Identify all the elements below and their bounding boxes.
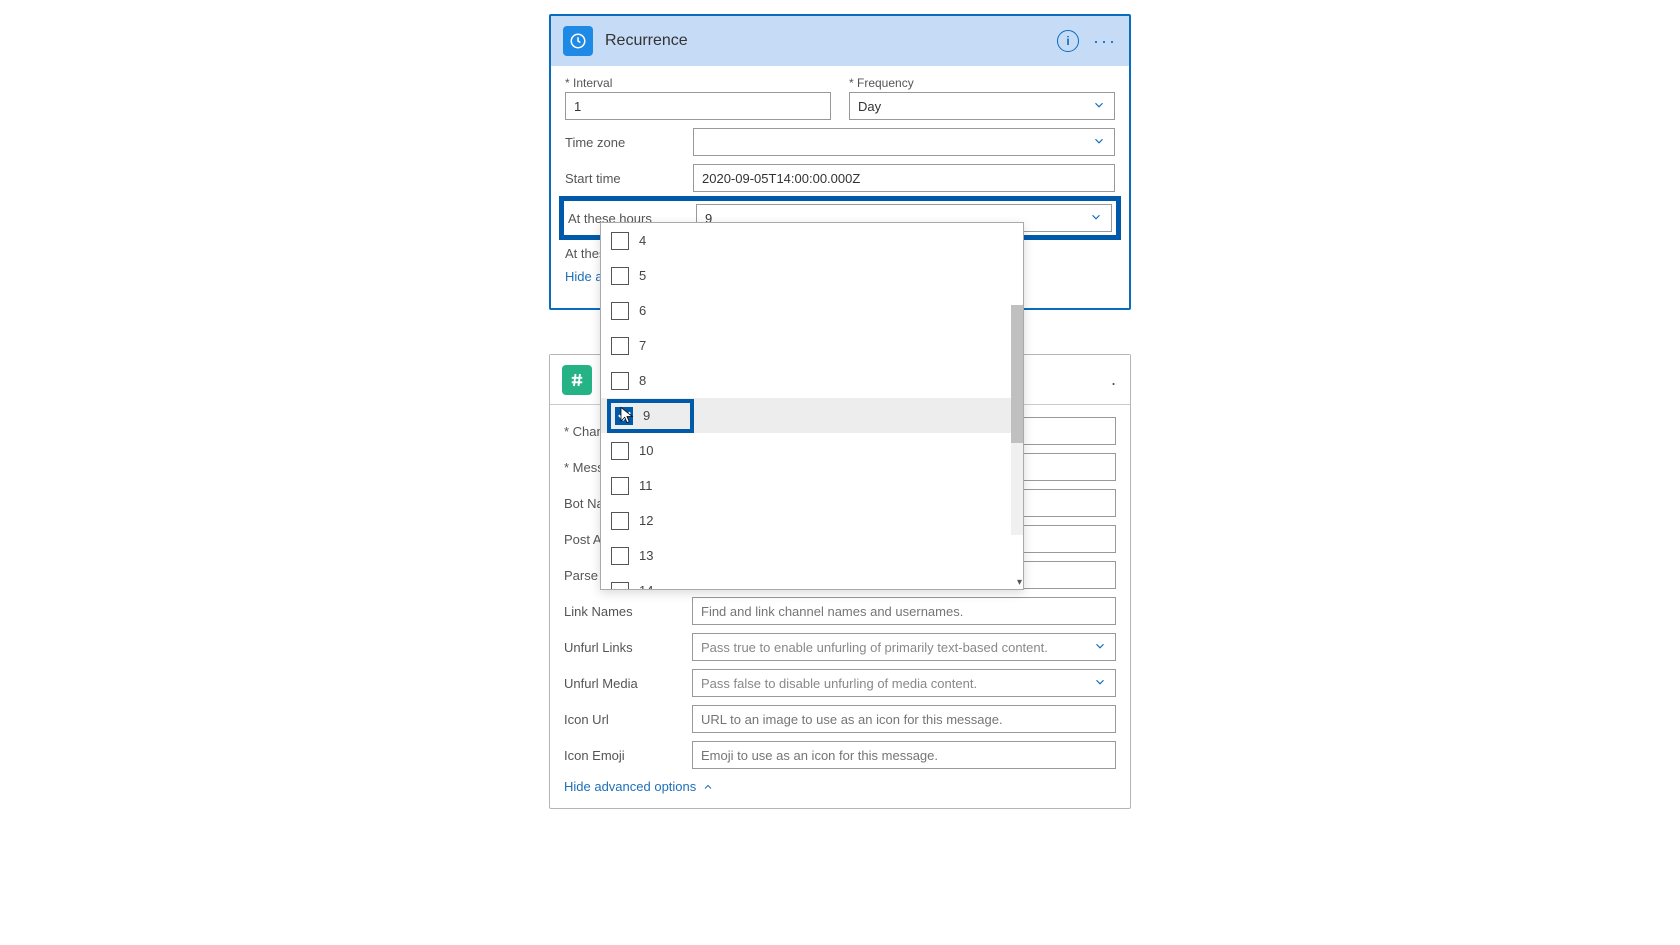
chevron-down-icon bbox=[1093, 639, 1107, 656]
cursor-icon bbox=[618, 406, 636, 429]
hours-option[interactable]: 7 bbox=[601, 328, 1023, 363]
checkbox[interactable] bbox=[611, 477, 629, 495]
checkbox[interactable] bbox=[611, 547, 629, 565]
checkbox[interactable] bbox=[611, 442, 629, 460]
option-label: 8 bbox=[639, 373, 646, 388]
checkbox[interactable] bbox=[611, 337, 629, 355]
hours-option[interactable]: 5 bbox=[601, 258, 1023, 293]
frequency-select[interactable]: Day bbox=[849, 92, 1115, 120]
recurrence-header: Recurrence i ··· bbox=[551, 16, 1129, 66]
chevron-down-icon bbox=[1092, 98, 1106, 115]
chevron-down-icon bbox=[1089, 210, 1103, 227]
linknames-label: Link Names bbox=[564, 604, 692, 619]
option-label: 12 bbox=[639, 513, 653, 528]
hours-option[interactable]: 4 bbox=[601, 223, 1023, 258]
checkbox[interactable] bbox=[611, 512, 629, 530]
checkbox[interactable] bbox=[611, 267, 629, 285]
checkbox[interactable] bbox=[611, 232, 629, 250]
option-label: 10 bbox=[639, 443, 653, 458]
hide-advanced-link[interactable]: Hide advanced options bbox=[564, 779, 714, 794]
iconemoji-label: Icon Emoji bbox=[564, 748, 692, 763]
frequency-label: * Frequency bbox=[849, 76, 1115, 90]
unfurl-media-label: Unfurl Media bbox=[564, 676, 692, 691]
checkbox[interactable] bbox=[611, 372, 629, 390]
frequency-value: Day bbox=[858, 99, 881, 114]
option-label: 14 bbox=[639, 583, 653, 589]
checkbox[interactable] bbox=[611, 582, 629, 590]
more-icon[interactable]: . bbox=[1111, 369, 1118, 390]
starttime-input[interactable] bbox=[693, 164, 1115, 192]
interval-input[interactable] bbox=[565, 92, 831, 120]
iconurl-input[interactable] bbox=[692, 705, 1116, 733]
clock-icon bbox=[563, 26, 593, 56]
hours-option[interactable]: 13 bbox=[601, 538, 1023, 573]
iconurl-label: Icon Url bbox=[564, 712, 692, 727]
more-icon[interactable]: ··· bbox=[1093, 31, 1117, 52]
option-label: 5 bbox=[639, 268, 646, 283]
hours-option[interactable]: 8 bbox=[601, 363, 1023, 398]
unfurl-links-label: Unfurl Links bbox=[564, 640, 692, 655]
chevron-up-icon bbox=[702, 781, 714, 793]
chevron-down-icon bbox=[1093, 675, 1107, 692]
interval-label: * Interval bbox=[565, 76, 831, 90]
hours-option[interactable]: 6 bbox=[601, 293, 1023, 328]
hours-option[interactable]: 11 bbox=[601, 468, 1023, 503]
timezone-label: Time zone bbox=[565, 135, 693, 150]
recurrence-title: Recurrence bbox=[605, 32, 1057, 50]
starttime-label: Start time bbox=[565, 171, 693, 186]
option-label: 7 bbox=[639, 338, 646, 353]
chevron-down-icon bbox=[1092, 134, 1106, 151]
unfurl-media-ph: Pass false to disable unfurling of media… bbox=[701, 676, 977, 691]
dropdown-arrow-icon: ▾ bbox=[1017, 577, 1022, 588]
hours-option[interactable]: 9 bbox=[601, 398, 1023, 433]
hours-option[interactable]: 12 bbox=[601, 503, 1023, 538]
unfurl-links-ph: Pass true to enable unfurling of primari… bbox=[701, 640, 1048, 655]
unfurl-links-select[interactable]: Pass true to enable unfurling of primari… bbox=[692, 633, 1116, 661]
option-label: 4 bbox=[639, 233, 646, 248]
option-label: 11 bbox=[639, 478, 653, 493]
iconemoji-input[interactable] bbox=[692, 741, 1116, 769]
scrollbar-thumb[interactable] bbox=[1011, 305, 1023, 443]
linknames-input[interactable] bbox=[692, 597, 1116, 625]
info-icon[interactable]: i bbox=[1057, 30, 1079, 52]
checkbox[interactable] bbox=[611, 302, 629, 320]
hours-dropdown[interactable]: 4 5 6 7 8 9 10 11 12 13 14 ▾ bbox=[600, 222, 1024, 590]
unfurl-media-select[interactable]: Pass false to disable unfurling of media… bbox=[692, 669, 1116, 697]
option-label: 9 bbox=[643, 408, 650, 423]
option-label: 13 bbox=[639, 548, 653, 563]
option-label: 6 bbox=[639, 303, 646, 318]
timezone-select[interactable] bbox=[693, 128, 1115, 156]
hours-option[interactable]: 14 bbox=[601, 573, 1023, 589]
hours-option[interactable]: 10 bbox=[601, 433, 1023, 468]
hash-icon bbox=[562, 365, 592, 395]
